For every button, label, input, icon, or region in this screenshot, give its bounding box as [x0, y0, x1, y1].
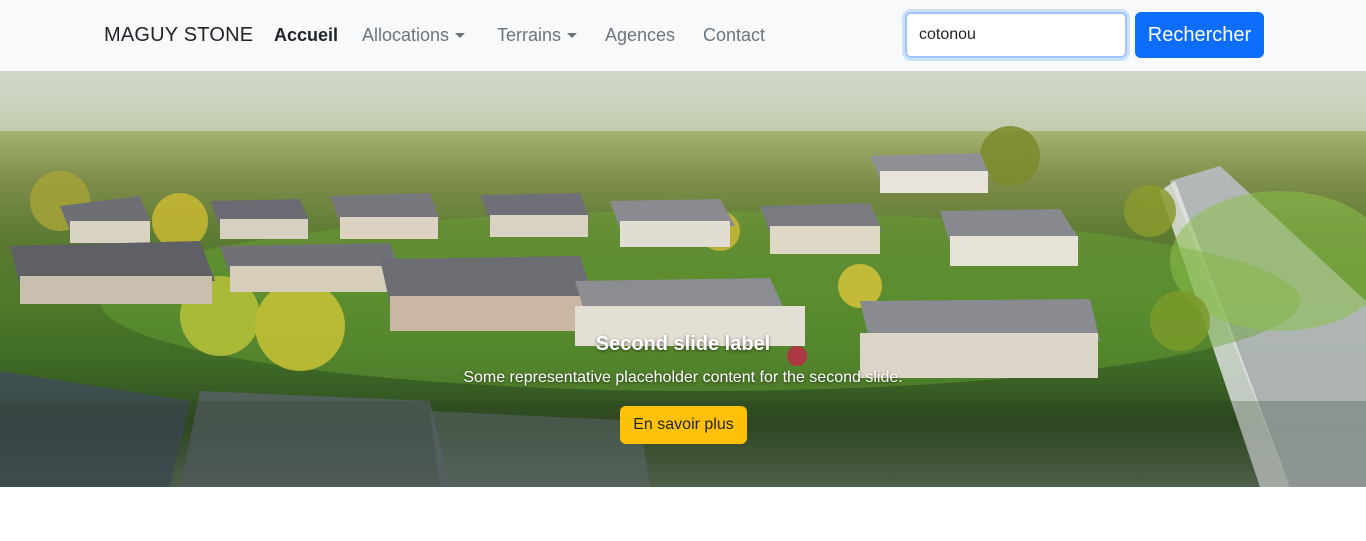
search-input[interactable]: [905, 12, 1127, 58]
caret-down-icon: [455, 33, 466, 38]
search-button[interactable]: Rechercher: [1135, 12, 1264, 58]
nav-item-allocations[interactable]: Allocations: [362, 24, 466, 46]
learn-more-button[interactable]: En savoir plus: [620, 406, 747, 444]
nav-item-allocations-label: Allocations: [362, 25, 450, 45]
nav-item-agences[interactable]: Agences: [605, 24, 675, 46]
nav-item-contact[interactable]: Contact: [703, 24, 765, 46]
navbar-brand[interactable]: MAGUY STONE: [104, 23, 253, 47]
navbar: MAGUY STONE Accueil Allocations Terrains…: [0, 0, 1366, 71]
caret-down-icon: [567, 33, 578, 38]
slide-text: Some representative placeholder content …: [463, 369, 903, 386]
carousel-slide: Second slide label Some representative p…: [0, 71, 1366, 487]
slide-title: Second slide label: [595, 333, 771, 355]
nav-item-accueil[interactable]: Accueil: [274, 24, 338, 46]
nav-item-terrains-label: Terrains: [497, 25, 562, 45]
nav-item-terrains[interactable]: Terrains: [497, 24, 578, 46]
